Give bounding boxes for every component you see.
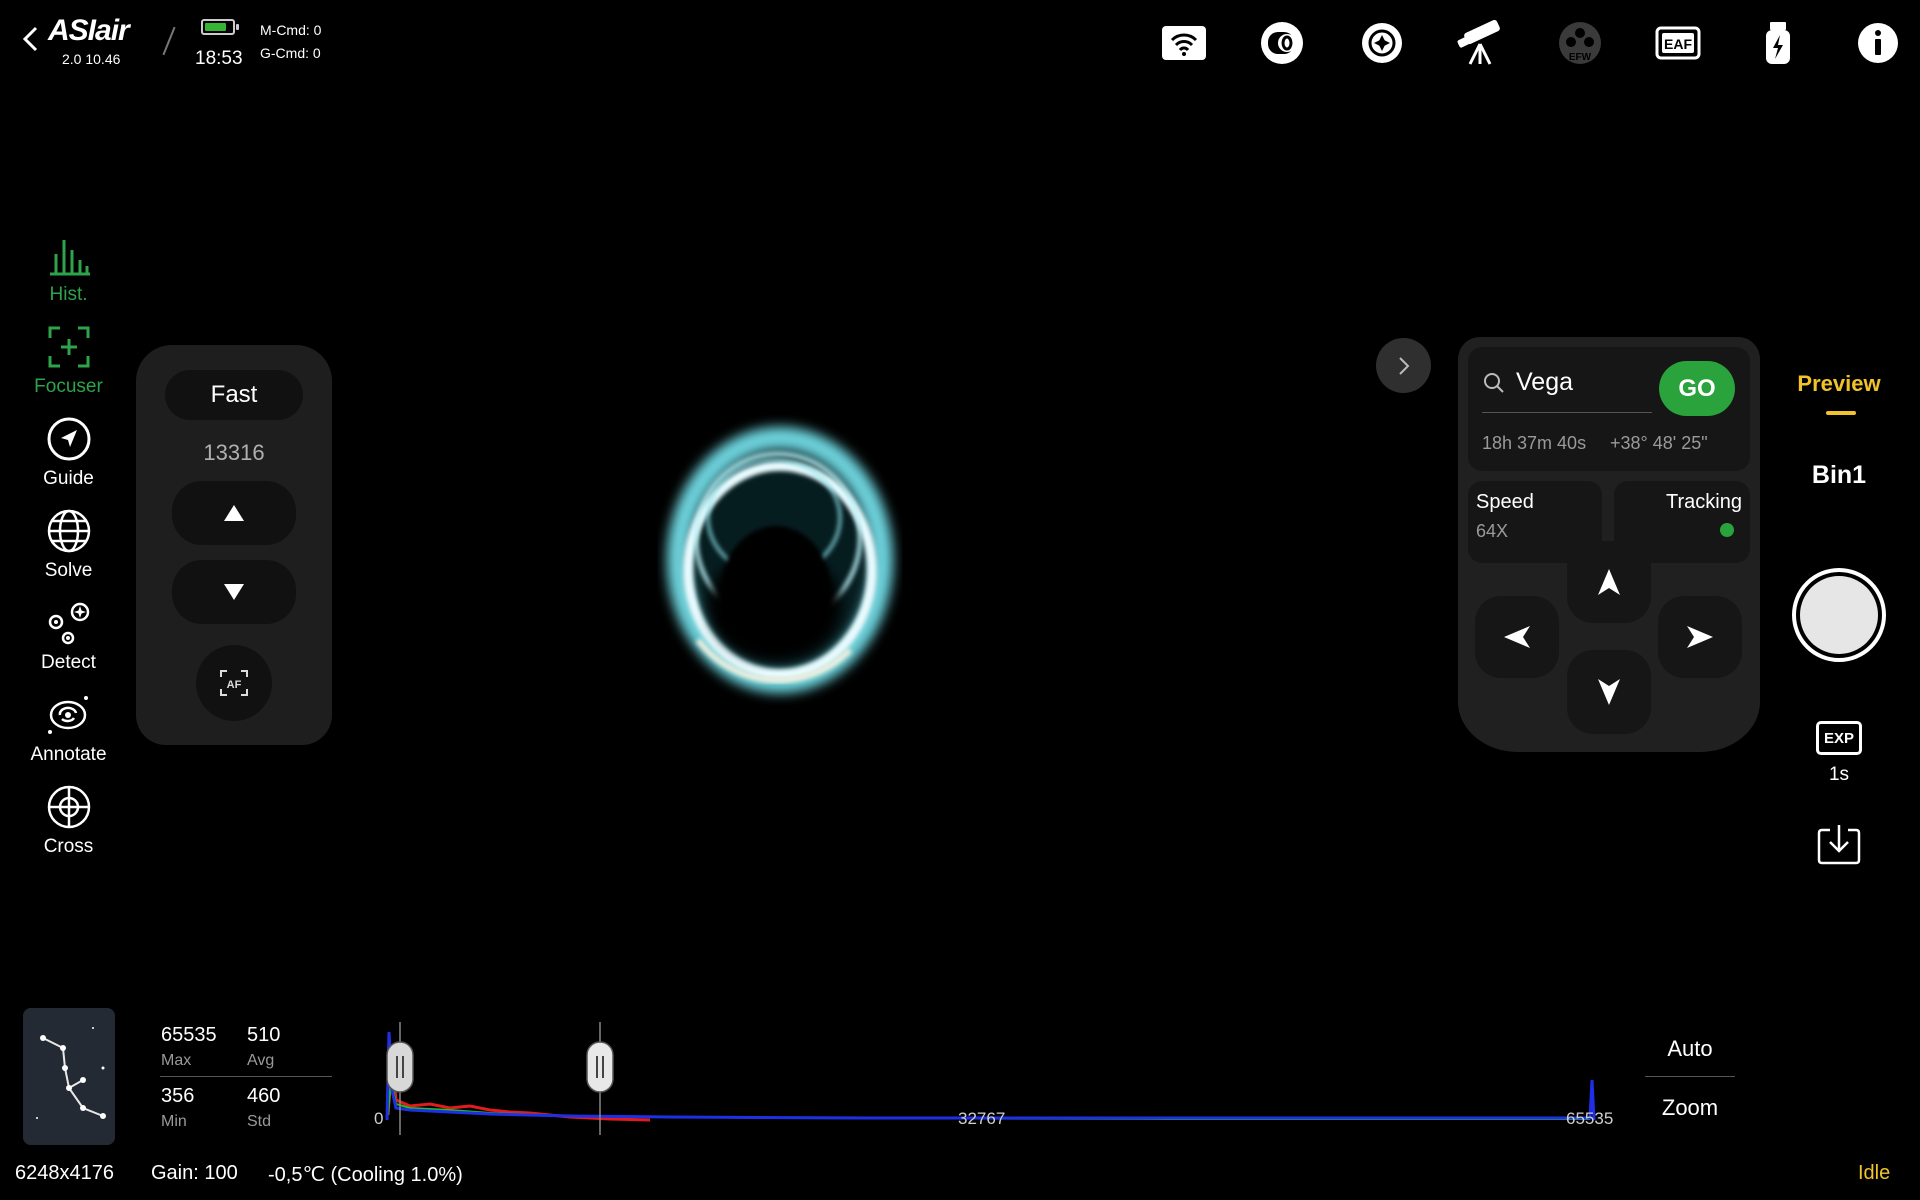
slew-south-button[interactable] — [1567, 650, 1651, 734]
search-icon — [1484, 373, 1504, 393]
hist-max-label: Max — [161, 1052, 192, 1069]
panel-collapse-button[interactable] — [1376, 338, 1431, 393]
hist-avg-label: Avg — [247, 1052, 275, 1069]
hist-min-label: Min — [161, 1113, 187, 1130]
g-cmd-counter: G-Cmd: 0 — [260, 45, 321, 61]
focuser-speed-button[interactable]: Fast — [165, 370, 303, 420]
slew-east-button[interactable] — [1658, 596, 1742, 678]
tracking-label: Tracking — [1666, 491, 1742, 513]
shutter-button[interactable] — [1792, 568, 1886, 662]
camera-state: Idle — [1858, 1162, 1891, 1184]
wifi-icon[interactable] — [1160, 20, 1208, 66]
goto-button[interactable]: GO — [1659, 361, 1735, 416]
tool-label: Annotate — [30, 744, 107, 765]
usb-storage-icon[interactable] — [1754, 20, 1802, 66]
arrow-right-icon — [1687, 626, 1713, 648]
guide-icon — [47, 417, 90, 461]
sensor-temperature: -0,5℃ (Cooling 1.0%) — [268, 1164, 463, 1186]
triangle-up-icon — [224, 505, 244, 521]
speed-label: Speed — [1476, 491, 1534, 513]
detect-icon — [48, 602, 89, 645]
info-icon[interactable] — [1854, 20, 1902, 66]
search-underline — [1482, 412, 1652, 413]
triangle-down-icon — [224, 584, 244, 600]
download-icon[interactable] — [1816, 822, 1862, 866]
exposure-value[interactable]: 1s — [1780, 764, 1898, 786]
globe-icon — [47, 509, 90, 553]
image-resolution: 6248x4176 — [15, 1162, 114, 1184]
hist-std-label: Std — [247, 1113, 272, 1130]
hist-button-divider — [1645, 1076, 1735, 1077]
tool-histogram[interactable]: Hist. — [0, 232, 137, 306]
stats-divider — [160, 1076, 332, 1077]
annotate-icon — [47, 696, 88, 734]
tool-label: Hist. — [49, 284, 88, 305]
app-version: 2.0 10.46 — [62, 51, 121, 67]
tool-guide[interactable]: Guide — [0, 416, 137, 490]
tool-label: Detect — [41, 652, 96, 673]
hist-zoom-button[interactable]: Zoom — [1645, 1095, 1735, 1121]
focuser-out-button[interactable] — [172, 560, 296, 624]
camera-gain: Gain: 100 — [151, 1162, 238, 1184]
tool-focuser[interactable]: Focuser — [0, 324, 137, 398]
arrow-up-icon — [1598, 569, 1620, 595]
active-tab-indicator — [1826, 411, 1856, 415]
battery-icon — [201, 19, 239, 35]
m-cmd-counter: M-Cmd: 0 — [260, 22, 322, 38]
tool-detect[interactable]: Detect — [0, 600, 137, 674]
guide-camera-icon[interactable] — [1358, 20, 1406, 66]
tool-solve[interactable]: Solve — [0, 508, 137, 582]
eaf-icon[interactable]: EAF — [1654, 20, 1702, 66]
camera-icon[interactable] — [1258, 20, 1306, 66]
hist-max-value: 65535 — [161, 1024, 217, 1046]
speed-value: 64X — [1476, 521, 1509, 541]
svg-text:AF: AF — [227, 679, 242, 691]
focuser-icon — [48, 326, 89, 368]
black-point-handle[interactable] — [386, 1041, 414, 1093]
tool-label: Focuser — [34, 376, 103, 397]
efw-icon[interactable]: EFW — [1556, 20, 1604, 66]
histogram-icon — [49, 240, 90, 276]
arrow-down-icon — [1598, 679, 1620, 705]
hist-avg-value: 510 — [247, 1024, 281, 1046]
tool-label: Solve — [44, 560, 93, 581]
slew-north-button[interactable] — [1567, 541, 1651, 623]
header-divider — [162, 26, 176, 56]
hist-tick-mid: 32767 — [958, 1109, 1006, 1128]
target-ra: 18h 37m 40s — [1482, 433, 1587, 453]
back-chevron-icon[interactable] — [20, 24, 42, 54]
target-dec: +38° 48' 25" — [1610, 433, 1708, 453]
tool-label: Cross — [43, 836, 94, 857]
preview-mode-tab[interactable]: Preview — [1780, 371, 1898, 397]
autofocus-button[interactable]: AF — [196, 645, 272, 721]
hist-auto-button[interactable]: Auto — [1645, 1036, 1735, 1062]
hist-tick-min: 0 — [374, 1109, 384, 1128]
telescope-icon[interactable] — [1456, 20, 1504, 66]
focuser-position: 13316 — [203, 440, 265, 465]
tracking-status-dot — [1720, 523, 1734, 537]
clock: 18:53 — [195, 48, 243, 69]
hist-std-value: 460 — [247, 1085, 281, 1107]
constellation-thumbnail[interactable] — [23, 1008, 115, 1145]
tool-label: Guide — [43, 468, 94, 489]
white-point-handle[interactable] — [586, 1041, 614, 1093]
defocused-star-image — [667, 427, 893, 693]
svg-text:EAF: EAF — [1664, 36, 1692, 52]
app-logo: ASIair — [48, 14, 130, 47]
tool-annotate[interactable]: Annotate — [0, 692, 137, 766]
slew-west-button[interactable] — [1475, 596, 1559, 678]
tool-cross[interactable]: Cross — [0, 784, 137, 858]
target-search-input[interactable]: Vega — [1516, 368, 1573, 397]
bin-selector[interactable]: Bin1 — [1780, 461, 1898, 490]
crosshair-icon — [47, 785, 90, 829]
hist-blue-curve — [385, 1031, 1596, 1121]
svg-text:EFW: EFW — [1569, 52, 1592, 63]
exposure-icon[interactable]: EXP — [1816, 721, 1862, 755]
autofocus-icon: AF — [220, 670, 248, 696]
focuser-in-button[interactable] — [172, 481, 296, 545]
arrow-left-icon — [1504, 626, 1530, 648]
chevron-right-icon — [1398, 356, 1409, 375]
hist-tick-max: 65535 — [1566, 1109, 1614, 1128]
hist-min-value: 356 — [161, 1085, 195, 1107]
